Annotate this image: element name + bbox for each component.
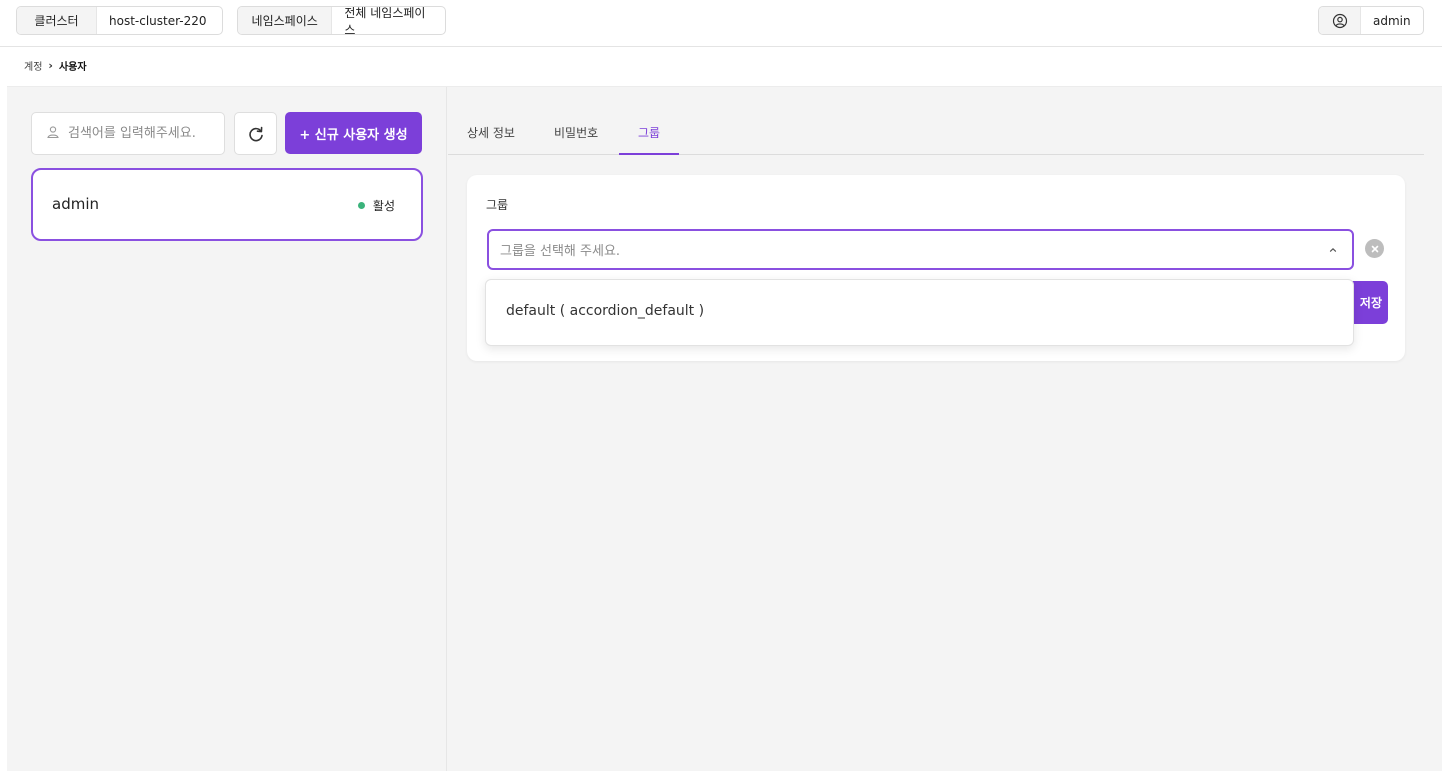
- user-circle-icon: [1319, 7, 1361, 34]
- group-select[interactable]: 그룹을 선택해 주세요.: [487, 229, 1354, 270]
- user-menu[interactable]: admin: [1318, 6, 1424, 35]
- group-select-placeholder: 그룹을 선택해 주세요.: [500, 244, 621, 259]
- search-box[interactable]: [31, 112, 225, 155]
- create-user-button[interactable]: + 신규 사용자 생성: [285, 112, 422, 154]
- breadcrumb-parent[interactable]: 계정: [24, 58, 42, 73]
- top-bar: 클러스터 host-cluster-220 네임스페이스 전체 네임스페이스 a…: [0, 0, 1442, 47]
- group-label: 그룹: [486, 198, 509, 212]
- namespace-value[interactable]: 전체 네임스페이스: [332, 7, 445, 34]
- group-option[interactable]: default ( accordion_default ): [506, 303, 704, 319]
- cluster-selector[interactable]: 클러스터 host-cluster-220: [16, 6, 223, 35]
- refresh-icon: [248, 126, 263, 141]
- status-dot-icon: [357, 202, 365, 209]
- cluster-label: 클러스터: [17, 7, 97, 34]
- tab-detail[interactable]: 상세 정보: [467, 124, 515, 155]
- chevron-up-icon: [1329, 247, 1337, 252]
- user-card[interactable]: admin 활성: [31, 168, 423, 241]
- user-card-name: admin: [52, 195, 99, 213]
- group-dropdown: default ( accordion_default ): [485, 279, 1354, 346]
- namespace-selector[interactable]: 네임스페이스 전체 네임스페이스: [237, 6, 446, 35]
- tab-bar: 상세 정보 비밀번호 그룹: [448, 112, 1424, 155]
- breadcrumb-separator: ›: [48, 59, 53, 72]
- clear-circle-icon[interactable]: [1365, 239, 1384, 258]
- user-list-panel: + 신규 사용자 생성 admin 활성: [7, 87, 447, 771]
- namespace-label: 네임스페이스: [238, 7, 333, 34]
- person-icon: [46, 125, 60, 143]
- refresh-button[interactable]: [234, 112, 277, 155]
- status-text: 활성: [372, 199, 395, 213]
- tab-group[interactable]: 그룹: [619, 124, 679, 155]
- breadcrumb-current: 사용자: [58, 62, 87, 73]
- search-input[interactable]: [68, 126, 208, 141]
- tab-password[interactable]: 비밀번호: [554, 124, 598, 155]
- main-area: + 신규 사용자 생성 admin 활성 상세 정보 비밀번호 그룹 그룹 그룹…: [7, 86, 1442, 771]
- user-name[interactable]: admin: [1361, 7, 1423, 34]
- cluster-value[interactable]: host-cluster-220: [97, 7, 219, 34]
- breadcrumb: 계정 › 사용자: [24, 58, 87, 73]
- status-badge: 활성: [357, 197, 395, 214]
